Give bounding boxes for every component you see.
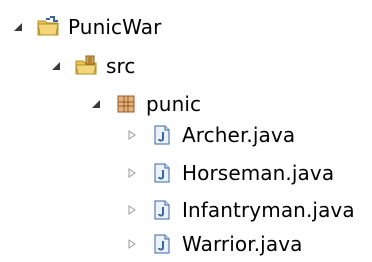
collapsed-triangle-icon[interactable] — [122, 163, 142, 183]
tree-item-file[interactable]: Warrior.java — [122, 226, 303, 262]
tree-item-file[interactable]: Infantryman.java — [122, 192, 355, 228]
tree-item-label: src — [106, 54, 136, 78]
tree-item-label: punic — [146, 92, 202, 116]
tree-item-src[interactable]: src — [46, 48, 136, 84]
package-icon — [114, 92, 138, 116]
expanded-triangle-icon[interactable] — [46, 56, 66, 76]
source-folder-icon — [74, 54, 98, 78]
package-explorer-tree: PunicWar src punic Archer.java Horseman.… — [0, 0, 372, 256]
java-file-icon — [150, 123, 174, 147]
java-file-icon — [150, 161, 174, 185]
tree-item-label: Infantryman.java — [182, 198, 355, 222]
project-folder-icon — [36, 15, 60, 39]
collapsed-triangle-icon[interactable] — [122, 200, 142, 220]
java-file-icon — [150, 198, 174, 222]
tree-item-label: PunicWar — [68, 15, 162, 39]
java-file-icon — [150, 232, 174, 256]
expanded-triangle-icon[interactable] — [86, 94, 106, 114]
collapsed-triangle-icon[interactable] — [122, 125, 142, 145]
tree-item-label: Horseman.java — [182, 161, 335, 185]
expanded-triangle-icon[interactable] — [8, 17, 28, 37]
tree-item-project[interactable]: PunicWar — [8, 9, 161, 45]
tree-item-label: Warrior.java — [182, 232, 303, 256]
tree-item-file[interactable]: Horseman.java — [122, 155, 334, 191]
collapsed-triangle-icon[interactable] — [122, 234, 142, 254]
tree-item-label: Archer.java — [182, 123, 296, 147]
tree-item-file[interactable]: Archer.java — [122, 117, 295, 153]
